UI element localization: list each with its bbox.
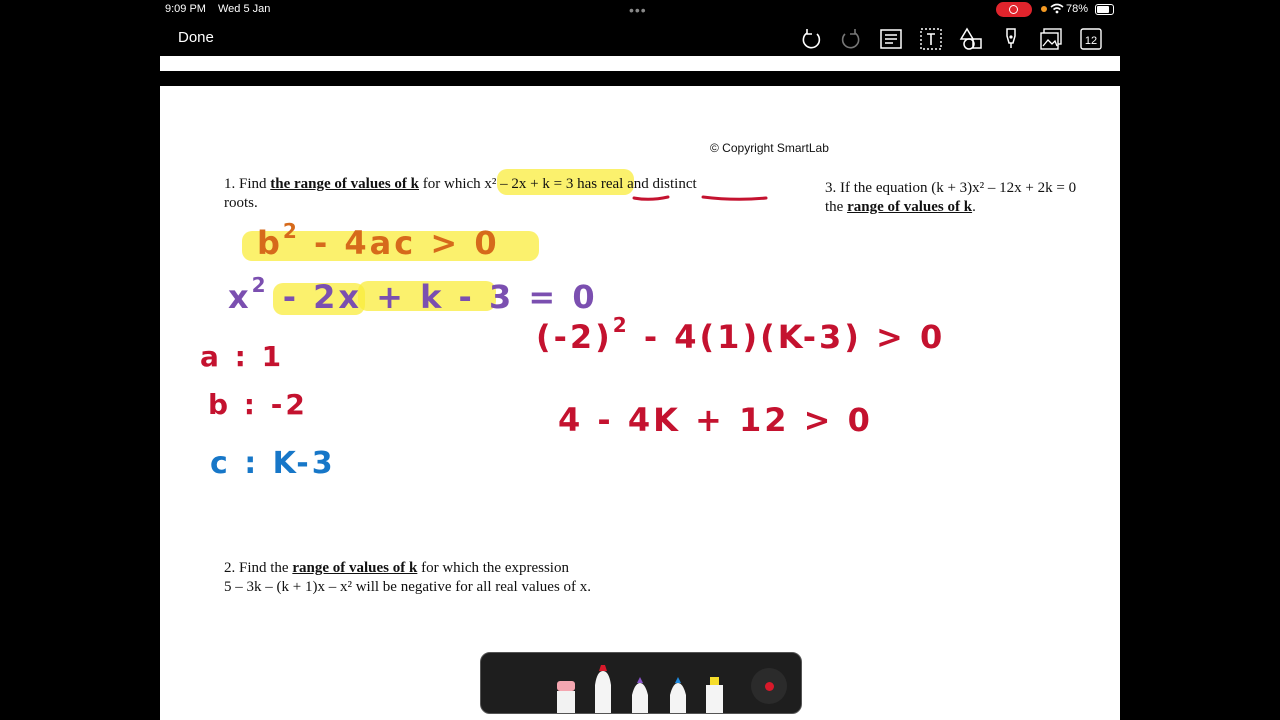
text-box-icon[interactable]: [918, 26, 944, 52]
ink-simplified: 4 - 4K + 12 > 0: [558, 401, 873, 439]
q2-line-2: 5 – 3k – (k + 1)x – x² will be negative …: [224, 579, 592, 595]
battery-percent: 78%: [1066, 3, 1089, 15]
done-button[interactable]: Done: [178, 29, 214, 46]
eraser-tool[interactable]: [555, 681, 577, 713]
page-header-bar: [160, 71, 1120, 86]
q1-real: real: [600, 176, 624, 192]
redo-icon[interactable]: [838, 26, 864, 52]
screen-recording-icon[interactable]: [996, 2, 1032, 17]
status-date: Wed 5 Jan: [218, 3, 271, 15]
copyright-text: © Copyright SmartLab: [710, 141, 829, 155]
app-toolbar: Done 12: [0, 20, 1280, 56]
ink-substitution: (-2)2 - 4(1)(K-3) > 0: [536, 313, 946, 356]
q1-bold-phrase: the range of values of k: [270, 176, 420, 192]
ink-discriminant: b2 - 4ac > 0: [257, 219, 500, 262]
q1-distinct: distinct: [652, 176, 697, 192]
document-page[interactable]: © Copyright SmartLab 1. Find the range o…: [160, 56, 1120, 720]
record-button[interactable]: [751, 668, 787, 704]
ink-coef-c: c : K-3: [210, 446, 336, 481]
yellow-highlighter-tool[interactable]: [703, 677, 725, 713]
q2-bold-phrase: range of values of k: [292, 560, 418, 576]
multitasking-dots-icon[interactable]: •••: [629, 2, 647, 18]
pen-tray: [480, 652, 802, 714]
svg-text:12: 12: [1085, 35, 1097, 47]
shapes-icon[interactable]: [958, 26, 984, 52]
underline-strokes: [632, 195, 768, 201]
red-marker-tool[interactable]: [591, 663, 615, 713]
undo-icon[interactable]: [798, 26, 824, 52]
ink-equation: x2 - 2x + k - 3 = 0: [228, 273, 598, 316]
status-bar: 9:09 PM Wed 5 Jan ••• 78%: [0, 0, 1280, 20]
wifi-icon: [1050, 3, 1064, 17]
q3-bold-phrase: range of values of k: [847, 199, 973, 215]
image-icon[interactable]: [1038, 26, 1064, 52]
page-count-icon[interactable]: 12: [1078, 26, 1104, 52]
battery-icon: [1095, 4, 1114, 15]
ink-coef-b: b : -2: [208, 388, 308, 421]
ink-coef-a: a : 1: [200, 340, 285, 373]
purple-pen-tool[interactable]: [629, 677, 651, 713]
status-time: 9:09 PM: [165, 3, 206, 15]
q3-line-1: 3. If the equation (k + 3)x² – 12x + 2k …: [825, 180, 1077, 196]
mic-indicator-icon: [1041, 6, 1047, 12]
document-list-icon[interactable]: [878, 26, 904, 52]
blue-pen-tool[interactable]: [667, 677, 689, 713]
question-2: 2. Find the range of values of k for whi…: [224, 559, 784, 597]
pen-icon[interactable]: [998, 26, 1024, 52]
question-3: 3. If the equation (k + 3)x² – 12x + 2k …: [825, 179, 1120, 217]
